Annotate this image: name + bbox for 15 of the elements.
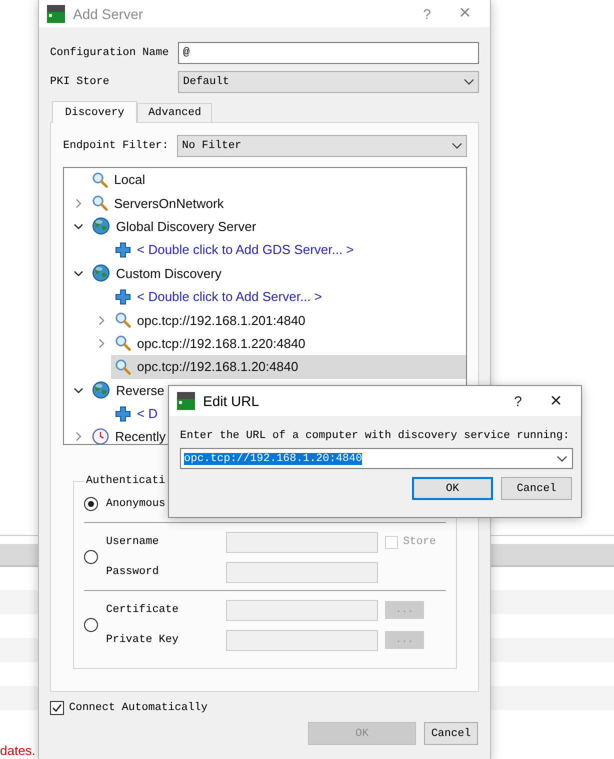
field-label: Endpoint Filter: [63, 140, 170, 152]
field-label: PKI Store [50, 76, 110, 88]
group-title: Authenticati [85, 475, 166, 487]
status-text: dates. [0, 743, 36, 759]
window-title: Add Server [73, 6, 144, 22]
checkbox-label: Store [403, 536, 436, 548]
option-label: Username [106, 536, 160, 548]
window-title: Edit URL [203, 393, 260, 409]
option-label: Certificate [106, 604, 180, 616]
checkbox-label: Connect Automatically [69, 702, 208, 714]
prompt-text: Enter the URL of a computer with discovery service running: [180, 430, 570, 442]
field-label: Configuration Name [50, 46, 170, 58]
option-label: Anonymous [106, 498, 166, 510]
option-label: Password [106, 566, 160, 578]
option-label: Private Key [106, 634, 180, 646]
